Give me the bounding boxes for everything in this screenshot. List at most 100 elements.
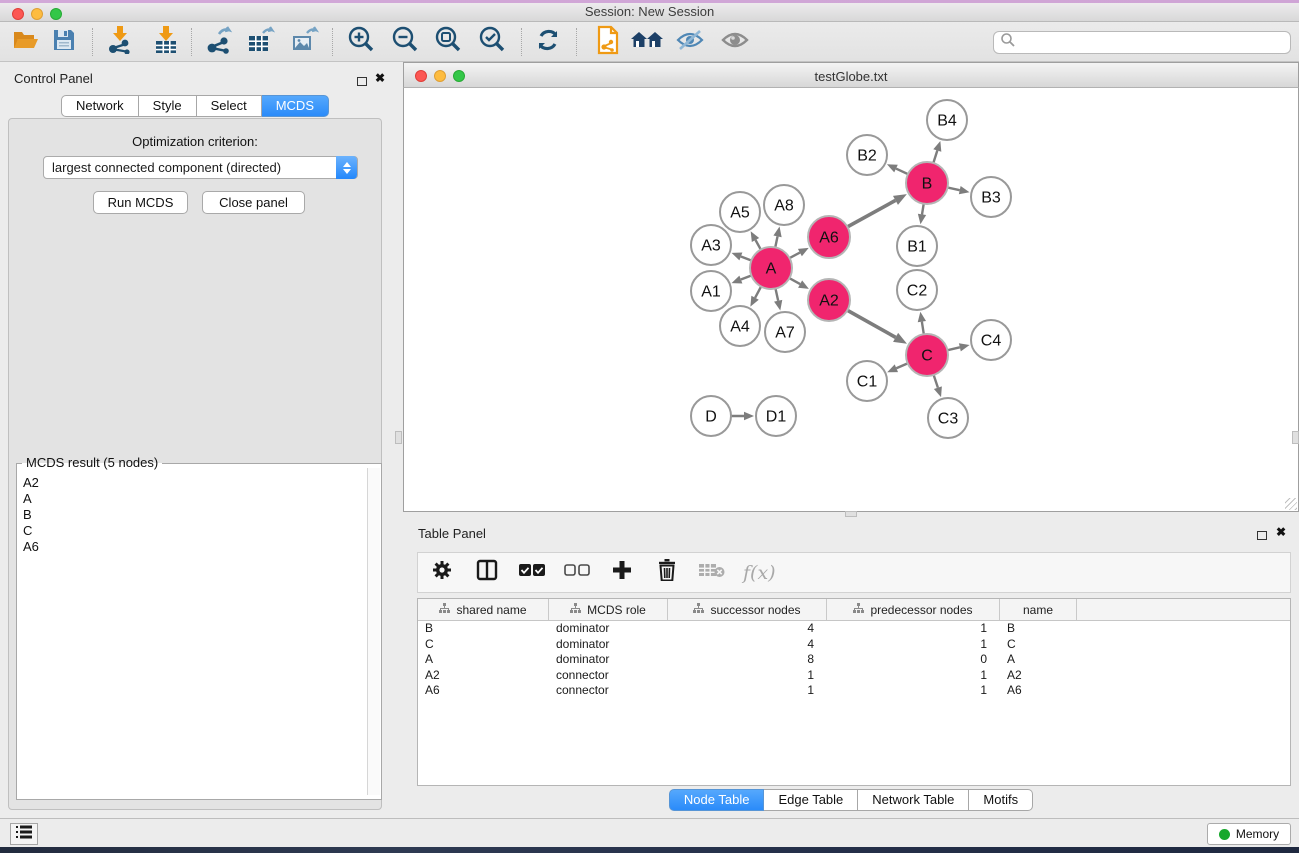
import-table-button[interactable]: [149, 25, 183, 59]
control-panel-close-button[interactable]: ✖: [375, 73, 385, 83]
show-columns-button[interactable]: [473, 559, 501, 587]
result-item[interactable]: B: [23, 507, 39, 523]
graph-node-B2[interactable]: B2: [847, 135, 887, 175]
graph-node-D1[interactable]: D1: [756, 396, 796, 436]
open-file-button[interactable]: [9, 25, 43, 59]
graph-node-C2[interactable]: C2: [897, 270, 937, 310]
export-image-button[interactable]: [288, 25, 322, 59]
criterion-select[interactable]: largest connected component (directed): [43, 156, 358, 179]
column-header-predecessor-nodes[interactable]: predecessor nodes: [827, 599, 1000, 620]
table-row[interactable]: Bdominator41B: [418, 621, 1290, 637]
home-button[interactable]: [630, 25, 664, 59]
export-table-button[interactable]: [244, 25, 278, 59]
graph-node-A4[interactable]: A4: [720, 306, 760, 346]
tab-mcds[interactable]: MCDS: [262, 95, 329, 117]
select-all-button[interactable]: [518, 559, 546, 587]
node-table[interactable]: shared nameMCDS rolesuccessor nodesprede…: [417, 598, 1291, 786]
result-scrollbar[interactable]: [367, 468, 380, 795]
column-header-shared-name[interactable]: shared name: [418, 599, 549, 620]
save-session-button[interactable]: [47, 25, 81, 59]
add-column-button[interactable]: [608, 559, 636, 587]
graph-node-A5[interactable]: A5: [720, 192, 760, 232]
graph-node-A[interactable]: A: [750, 247, 792, 289]
column-header-successor-nodes[interactable]: successor nodes: [668, 599, 827, 620]
table-tab-motifs[interactable]: Motifs: [969, 789, 1033, 811]
control-panel-float-button[interactable]: [357, 73, 367, 91]
memory-button[interactable]: Memory: [1207, 823, 1291, 845]
search-input[interactable]: [993, 31, 1291, 54]
network-from-document-button[interactable]: [590, 25, 624, 59]
graph-node-A6[interactable]: A6: [808, 216, 850, 258]
toolbar-separator: [576, 28, 577, 56]
table-cell: dominator: [549, 621, 668, 637]
graph-node-B3[interactable]: B3: [971, 177, 1011, 217]
refresh-layout-button[interactable]: [531, 25, 565, 59]
table-row[interactable]: Cdominator41C: [418, 637, 1290, 653]
left-split-handle[interactable]: [395, 431, 402, 444]
graph-node-label: D: [705, 409, 717, 426]
delete-table-button[interactable]: [698, 559, 726, 587]
graph-node-label: D1: [766, 409, 787, 426]
graph-node-C[interactable]: C: [906, 334, 948, 376]
table-panel-close-button[interactable]: ✖: [1276, 527, 1286, 537]
graph-node-label: A8: [774, 198, 794, 215]
graph-node-A1[interactable]: A1: [691, 271, 731, 311]
zoom-out-button[interactable]: [388, 25, 422, 59]
zoom-in-button[interactable]: [344, 25, 378, 59]
graph-node-A3[interactable]: A3: [691, 225, 731, 265]
graph-node-label: A: [766, 261, 777, 278]
tab-network[interactable]: Network: [61, 95, 139, 117]
network-window-titlebar[interactable]: testGlobe.txt: [403, 62, 1299, 88]
zoom-selected-button[interactable]: [475, 25, 509, 59]
horizontal-split-handle[interactable]: [845, 511, 857, 517]
table-row[interactable]: A6connector11A6: [418, 683, 1290, 699]
table-row[interactable]: Adominator80A: [418, 652, 1290, 668]
zoom-fit-button[interactable]: [431, 25, 465, 59]
open-folder-icon: [12, 28, 40, 57]
result-item[interactable]: A6: [23, 539, 39, 555]
graph-node-A8[interactable]: A8: [764, 185, 804, 225]
graph-node-label: C3: [938, 411, 959, 428]
graph-node-label: A2: [819, 293, 839, 310]
graph-node-B[interactable]: B: [906, 162, 948, 204]
network-canvas-svg[interactable]: A A1 A2 A3 A4 A5 A6 A7 A8 B B1 B2 B3B4 C C1 C2 C3 C4 D D1: [404, 88, 1298, 510]
export-network-button[interactable]: [202, 25, 236, 59]
table-settings-button[interactable]: [428, 559, 456, 587]
graph-edge-arrowhead: [732, 253, 743, 261]
show-graphics-button[interactable]: [718, 25, 752, 59]
run-mcds-button[interactable]: Run MCDS: [93, 191, 188, 214]
result-item[interactable]: A2: [23, 475, 39, 491]
table-panel-float-button[interactable]: [1257, 527, 1267, 545]
table-tab-edge-table[interactable]: Edge Table: [764, 789, 858, 811]
canvas-resize-grip[interactable]: [1285, 498, 1297, 510]
graph-node-C4[interactable]: C4: [971, 320, 1011, 360]
graph-node-A2[interactable]: A2: [808, 279, 850, 321]
deselect-all-button[interactable]: [563, 559, 591, 587]
right-split-handle[interactable]: [1292, 431, 1299, 444]
graph-node-C1[interactable]: C1: [847, 361, 887, 401]
close-panel-button[interactable]: Close panel: [202, 191, 305, 214]
result-item[interactable]: C: [23, 523, 39, 539]
result-item[interactable]: A: [23, 491, 39, 507]
function-builder-button[interactable]: f(x): [743, 562, 776, 584]
delete-column-button[interactable]: [653, 559, 681, 587]
eye-icon: [720, 29, 750, 56]
tab-select[interactable]: Select: [197, 95, 262, 117]
import-network-button[interactable]: [103, 25, 137, 59]
table-row[interactable]: A2connector11A2: [418, 668, 1290, 684]
table-cell: dominator: [549, 637, 668, 653]
tab-style[interactable]: Style: [139, 95, 197, 117]
network-canvas[interactable]: A A1 A2 A3 A4 A5 A6 A7 A8 B B1 B2 B3B4 C C1 C2 C3 C4 D D1: [403, 88, 1299, 512]
table-tab-node-table[interactable]: Node Table: [669, 789, 765, 811]
column-header-name[interactable]: name: [1000, 599, 1077, 620]
task-history-button[interactable]: [10, 823, 38, 845]
graph-node-B4[interactable]: B4: [927, 100, 967, 140]
mcds-result-list[interactable]: A2ABCA6: [23, 475, 39, 555]
column-header-MCDS-role[interactable]: MCDS role: [549, 599, 668, 620]
table-tab-network-table[interactable]: Network Table: [858, 789, 969, 811]
graph-node-C3[interactable]: C3: [928, 398, 968, 438]
graph-node-A7[interactable]: A7: [765, 312, 805, 352]
graph-node-D[interactable]: D: [691, 396, 731, 436]
graph-node-B1[interactable]: B1: [897, 226, 937, 266]
hide-graphics-button[interactable]: [673, 25, 707, 59]
